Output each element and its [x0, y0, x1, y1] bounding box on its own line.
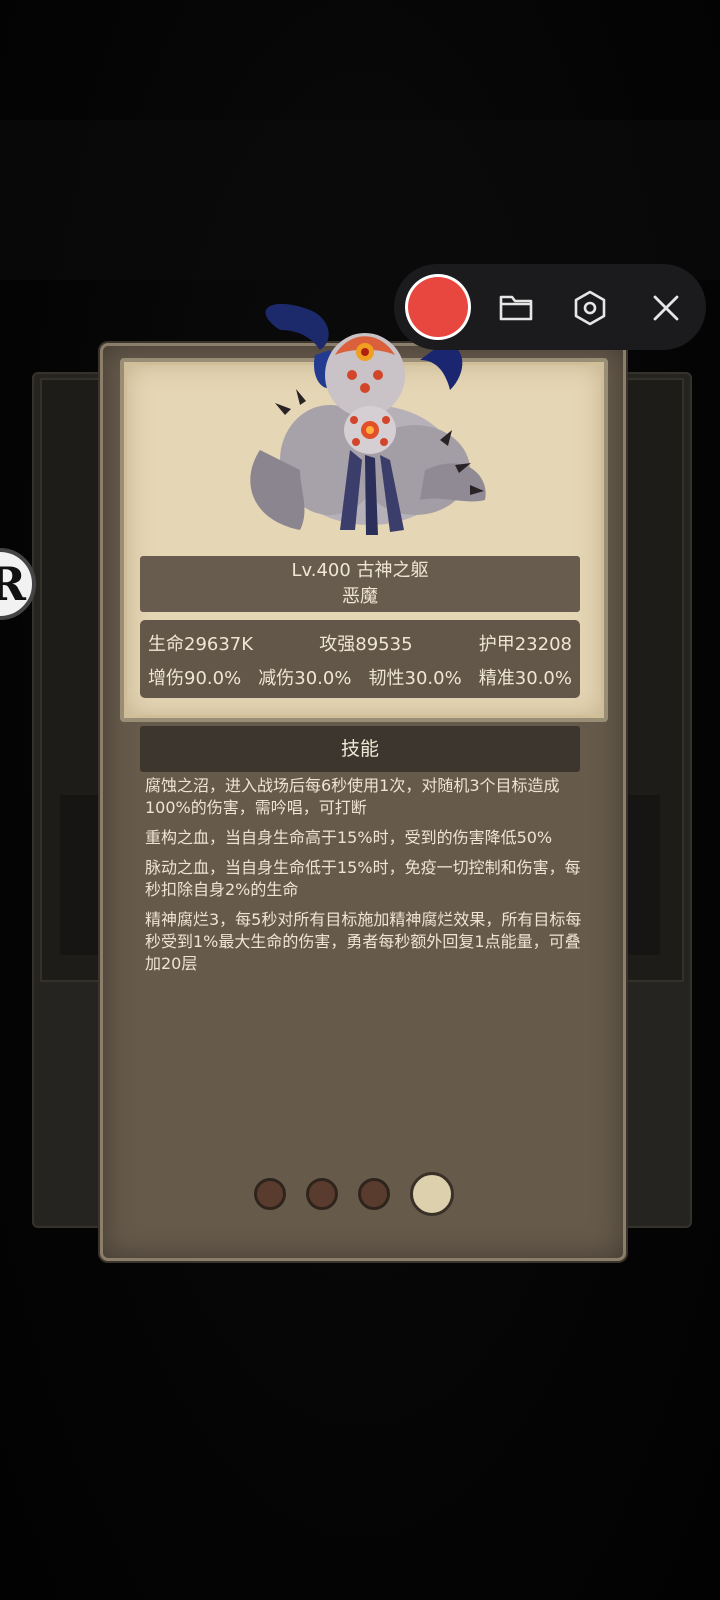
- page-dot-3[interactable]: [358, 1178, 390, 1210]
- monster-level-name: Lv.400 古神之躯: [291, 560, 429, 581]
- stat-armor: 护甲23208: [478, 634, 572, 655]
- page-indicator: [254, 1171, 454, 1217]
- folder-icon[interactable]: [496, 288, 536, 328]
- stats-row-1: 生命29637K 攻强89535 护甲23208: [148, 630, 572, 656]
- monster-type: 恶魔: [342, 586, 378, 607]
- skill-item: 腐蚀之沼，进入战场后每6秒使用1次，对随机3个目标造成100%的伤害，需吟唱，可…: [145, 776, 560, 817]
- page-dot-2[interactable]: [306, 1178, 338, 1210]
- skills-list: 腐蚀之沼，进入战场后每6秒使用1次，对随机3个目标造成100%的伤害，需吟唱，可…: [145, 775, 585, 983]
- background-shade: [0, 120, 720, 280]
- page-dot-4-active[interactable]: [410, 1172, 454, 1216]
- stat-damage-bonus: 增伤90.0%: [148, 668, 242, 689]
- skill-item: 精神腐烂3，每5秒对所有目标施加精神腐烂效果，所有目标每秒受到1%最大生命的伤害…: [145, 910, 582, 973]
- page-dot-1[interactable]: [254, 1178, 286, 1210]
- settings-hex-icon[interactable]: [570, 288, 610, 328]
- close-icon[interactable]: [646, 288, 686, 328]
- skills-header: 技能: [140, 726, 580, 772]
- stat-toughness: 韧性30.0%: [368, 668, 462, 689]
- monster-name-band: Lv.400 古神之躯 恶魔: [140, 556, 580, 612]
- stat-damage-reduction: 减伤30.0%: [258, 668, 352, 689]
- monster-stats-panel: 生命29637K 攻强89535 护甲23208 增伤90.0% 减伤30.0%…: [140, 620, 580, 698]
- stat-attack: 攻强89535: [319, 634, 413, 655]
- stats-row-2: 增伤90.0% 减伤30.0% 韧性30.0% 精准30.0%: [148, 664, 572, 690]
- stat-accuracy: 精准30.0%: [478, 668, 572, 689]
- record-icon[interactable]: [408, 277, 468, 337]
- stat-hp: 生命29637K: [148, 634, 254, 655]
- skill-item: 脉动之血，当自身生命低于15%时，免疫一切控制和伤害，每秒扣除自身2%的生命: [145, 858, 581, 899]
- skill-item: 重构之血，当自身生命高于15%时，受到的伤害降低50%: [145, 828, 553, 847]
